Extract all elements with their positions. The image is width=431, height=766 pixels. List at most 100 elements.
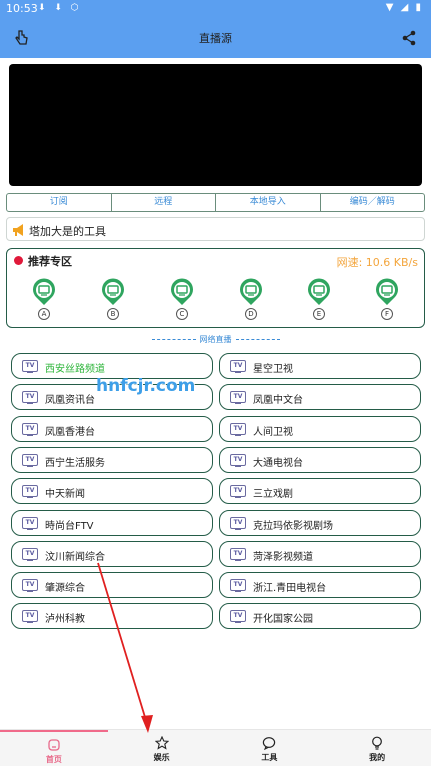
recommend-item-label: C bbox=[176, 308, 188, 320]
notice-text: 塔加大是的工具 bbox=[29, 225, 106, 238]
source-tabs: 订阅 远程 本地导入 编码／解码 bbox=[6, 193, 425, 212]
channel-name: 泸州科教 bbox=[45, 614, 85, 626]
nav-label: 首页 bbox=[45, 755, 62, 764]
channel-name: 凤凰香港台 bbox=[45, 426, 95, 438]
channel-item[interactable]: TV 凤凰中文台 bbox=[219, 384, 421, 411]
network-speed: 网速: 10.6 KB/s bbox=[336, 256, 418, 269]
tv-pin-icon bbox=[239, 278, 263, 306]
channel-name: 西安丝路频道 bbox=[45, 364, 105, 375]
channel-name: 人间卫视 bbox=[253, 426, 293, 438]
nav-label: 我的 bbox=[369, 753, 386, 762]
channel-name: 凤凰资讯台 bbox=[45, 395, 95, 407]
channel-name: 汶川新闻综合 bbox=[45, 551, 105, 563]
recommend-section: 推荐专区 网速: 10.6 KB/s A B C D E F bbox=[6, 248, 425, 328]
recommend-item-label: F bbox=[381, 308, 393, 320]
tv-icon: TV bbox=[22, 360, 38, 373]
channel-name: 菏泽影视频道 bbox=[253, 551, 313, 563]
channel-item[interactable]: TV 星空卫视 bbox=[219, 353, 421, 379]
nav-item[interactable]: 我的 bbox=[323, 730, 431, 766]
channel-item[interactable]: TV 時尚台FTV bbox=[11, 509, 213, 536]
share-icon[interactable] bbox=[399, 28, 419, 48]
tv-pin-icon bbox=[375, 278, 399, 306]
recommend-items: A B C D E F bbox=[7, 278, 424, 322]
recommend-item-label: B bbox=[107, 308, 119, 320]
nav-item[interactable]: 工具 bbox=[216, 730, 324, 766]
notification-icons: ⬇ ⬇ ⬡ bbox=[38, 3, 82, 13]
recommend-item[interactable]: F bbox=[375, 278, 399, 322]
channel-item[interactable]: TV 开化国家公园 bbox=[219, 603, 421, 630]
notice-banner[interactable]: 塔加大是的工具 bbox=[6, 217, 425, 241]
channel-item[interactable]: TV 中天新闻 bbox=[11, 478, 213, 505]
divider-line-left bbox=[151, 339, 196, 340]
tv-pin-icon bbox=[101, 278, 125, 306]
channel-item[interactable]: TV 西宁生活服务 bbox=[11, 446, 213, 473]
tv-icon: TV bbox=[230, 485, 246, 499]
tv-icon: TV bbox=[22, 485, 38, 499]
recommend-item-label: A bbox=[38, 308, 50, 320]
tab-local-import[interactable]: 本地导入 bbox=[216, 194, 321, 211]
channel-name: 三立戏剧 bbox=[253, 489, 293, 501]
tv-icon: TV bbox=[22, 579, 38, 593]
red-dot-icon bbox=[14, 256, 23, 265]
app-title: 直播源 bbox=[199, 32, 232, 45]
tv-icon: TV bbox=[230, 391, 246, 405]
app-bar: 直播源 bbox=[0, 18, 431, 58]
tv-pin-icon bbox=[170, 278, 194, 306]
channel-name: 肇源综合 bbox=[45, 583, 85, 595]
nav-label: 工具 bbox=[261, 753, 278, 762]
nav-item[interactable]: 首页 bbox=[0, 730, 108, 766]
divider-label: 网络直播 bbox=[199, 335, 232, 344]
recommend-title: 推荐专区 bbox=[28, 255, 72, 268]
recommend-item[interactable]: C bbox=[170, 278, 194, 322]
tv-pin-icon bbox=[32, 278, 56, 306]
tab-encode-decode[interactable]: 编码／解码 bbox=[321, 194, 425, 211]
tab-subscribe[interactable]: 订阅 bbox=[7, 194, 112, 211]
tv-icon: TV bbox=[22, 391, 38, 405]
channel-item[interactable]: TV 三立戏剧 bbox=[219, 478, 421, 505]
tv-icon: TV bbox=[230, 547, 246, 561]
channel-item[interactable]: TV 大通电视台 bbox=[219, 446, 421, 473]
tv-icon: TV bbox=[230, 610, 246, 624]
video-player[interactable] bbox=[9, 64, 422, 186]
tv-icon: TV bbox=[230, 579, 246, 593]
channel-name: 大通电视台 bbox=[253, 457, 303, 469]
channel-name: 西宁生活服务 bbox=[45, 457, 105, 469]
channel-name: 凤凰中文台 bbox=[253, 395, 303, 407]
divider-line-right bbox=[235, 339, 280, 340]
channel-item[interactable]: TV 泸州科教 bbox=[11, 603, 213, 630]
channel-item[interactable]: TV 克拉玛依影视剧场 bbox=[219, 509, 421, 536]
bottom-navigation: 首页 娱乐 工具 我的 bbox=[0, 729, 431, 766]
channel-name: 時尚台FTV bbox=[45, 520, 94, 532]
home-icon bbox=[47, 737, 61, 751]
status-time: 10:53 bbox=[6, 2, 38, 15]
bullhorn-icon bbox=[11, 222, 27, 236]
channel-item[interactable]: TV 汶川新闻综合 bbox=[11, 540, 213, 567]
tv-icon: TV bbox=[22, 453, 38, 467]
channel-item[interactable]: TV 菏泽影视频道 bbox=[219, 540, 421, 567]
channel-name: 克拉玛依影视剧场 bbox=[253, 520, 333, 532]
star-icon bbox=[154, 735, 169, 750]
nav-label: 娱乐 bbox=[153, 753, 170, 762]
tab-remote[interactable]: 远程 bbox=[112, 194, 216, 211]
recommend-item[interactable]: D bbox=[239, 278, 263, 322]
channel-name: 中天新闻 bbox=[45, 489, 85, 501]
nav-item[interactable]: 娱乐 bbox=[108, 730, 216, 766]
watermark: hnfcjr.com bbox=[96, 376, 196, 396]
tv-icon: TV bbox=[230, 422, 246, 436]
tv-icon: TV bbox=[230, 453, 246, 467]
recommend-item[interactable]: A bbox=[32, 278, 56, 322]
lightbulb-icon bbox=[370, 735, 384, 750]
tv-pin-icon bbox=[307, 278, 331, 306]
channel-item[interactable]: TV 凤凰香港台 bbox=[11, 415, 213, 442]
tv-icon: TV bbox=[22, 516, 38, 530]
tv-icon: TV bbox=[230, 516, 246, 530]
channel-item[interactable]: TV 人间卫视 bbox=[219, 415, 421, 442]
channel-item[interactable]: TV 肇源综合 bbox=[11, 572, 213, 599]
section-divider: 网络直播 bbox=[0, 334, 431, 348]
channel-item[interactable]: TV 浙江.青田电视台 bbox=[219, 572, 421, 599]
recommend-item[interactable]: B bbox=[101, 278, 125, 322]
tv-icon: TV bbox=[230, 360, 246, 373]
recommend-item-label: E bbox=[313, 308, 325, 320]
recommend-item[interactable]: E bbox=[307, 278, 331, 322]
system-icons: ▼ ◢ ▮ bbox=[385, 2, 423, 13]
